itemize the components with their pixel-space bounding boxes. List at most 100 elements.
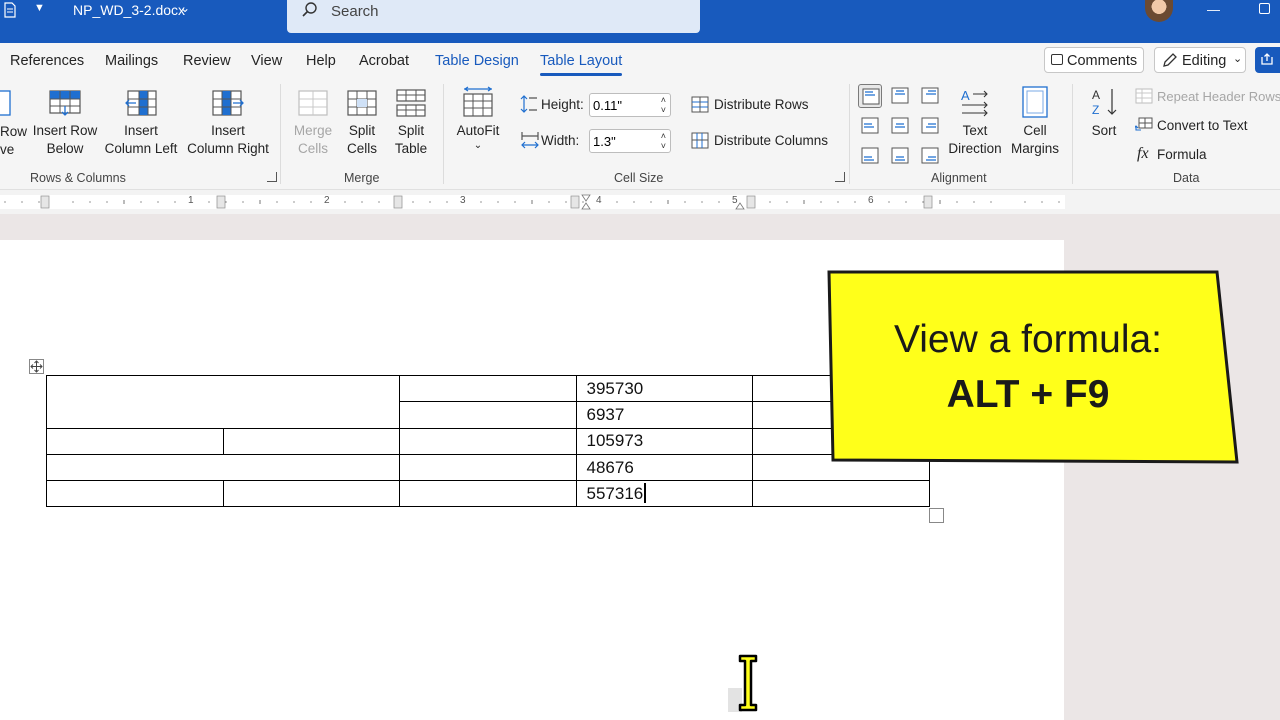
document-table[interactable]: 395730 6937 105973 48676 557316 (46, 374, 930, 508)
merge-cells-label-1: Merge (293, 123, 333, 138)
search-box[interactable] (287, 0, 700, 33)
column-marker[interactable] (40, 195, 50, 209)
search-input[interactable] (331, 0, 671, 22)
table-cell[interactable] (46, 427, 224, 455)
table-cell[interactable] (222, 480, 400, 508)
comments-button[interactable]: Comments (1044, 47, 1144, 73)
table-cell[interactable]: 105973 (575, 427, 753, 455)
table-cell[interactable] (222, 427, 400, 455)
rows-columns-dialog-launcher-icon[interactable] (267, 172, 277, 182)
insert-column-right-button[interactable]: Insert Column Right (185, 88, 271, 158)
width-input[interactable] (593, 133, 653, 150)
width-stepper-arrows-icon[interactable]: ˄ ˅ (661, 131, 666, 151)
table-cell[interactable] (46, 480, 224, 508)
ruler-number: 5 (732, 195, 738, 206)
align-middle-center-button[interactable] (888, 114, 912, 138)
column-marker[interactable] (393, 195, 403, 209)
table-resize-handle[interactable] (929, 508, 944, 523)
table-cell[interactable]: 6937 (575, 401, 753, 429)
width-label: Width: (541, 133, 580, 148)
column-marker[interactable] (570, 195, 580, 209)
align-middle-left-icon (861, 117, 879, 134)
height-stepper-arrows-icon[interactable]: ˄ ˅ (661, 95, 666, 115)
split-cells-label-1: Split (348, 123, 376, 138)
ruler-number: 4 (596, 195, 602, 206)
cell-margins-label-2: Margins (1010, 141, 1059, 156)
sort-button[interactable]: A Z Sort (1082, 86, 1126, 140)
tab-help[interactable]: Help (306, 53, 336, 69)
quick-access-chevron-icon[interactable]: ▼ (34, 2, 45, 14)
table-cell-active[interactable]: 557316 (575, 480, 753, 508)
column-marker[interactable] (746, 195, 756, 209)
height-label: Height: (541, 97, 584, 112)
tab-mailings[interactable]: Mailings (105, 53, 158, 69)
insert-column-left-label-2: Column Left (104, 141, 178, 156)
insert-row-below-button[interactable]: Insert Row Below (30, 88, 100, 158)
share-button[interactable] (1255, 47, 1280, 73)
tab-table-layout[interactable]: Table Layout (540, 53, 623, 76)
svg-text:A: A (961, 88, 970, 103)
insert-row-above-button[interactable]: Row ve (0, 123, 27, 159)
svg-text:Z: Z (1092, 103, 1099, 117)
table-cell[interactable] (46, 453, 400, 482)
tab-view[interactable]: View (251, 53, 282, 69)
insert-column-right-label-1: Insert (211, 123, 245, 138)
align-top-left-button[interactable] (858, 84, 882, 108)
document-icon[interactable] (2, 2, 18, 18)
table-row: 557316 (46, 480, 930, 508)
table-cell[interactable]: 395730 (575, 374, 753, 403)
tab-acrobat[interactable]: Acrobat (359, 53, 409, 69)
align-bottom-right-button[interactable] (918, 144, 942, 168)
split-cells-button[interactable]: Split Cells (338, 88, 386, 158)
table-cell[interactable] (399, 427, 577, 455)
merge-cells-button[interactable]: Merge Cells (288, 88, 338, 158)
comments-label: Comments (1067, 53, 1138, 69)
align-top-right-button[interactable] (918, 84, 942, 108)
cell-size-dialog-launcher-icon[interactable] (835, 172, 845, 182)
insert-column-left-button[interactable]: Insert Column Left (103, 88, 179, 158)
table-cell[interactable] (399, 453, 577, 482)
width-stepper[interactable]: ˄˅ (589, 129, 671, 153)
minimize-icon[interactable]: — (1207, 2, 1220, 17)
align-middle-left-button[interactable] (858, 114, 882, 138)
shortcut-callout: View a formula: ALT + F9 (827, 270, 1239, 464)
align-top-center-button[interactable] (888, 84, 912, 108)
chevron-down-icon[interactable]: ⌄ (180, 1, 190, 15)
table-cell[interactable]: 48676 (575, 453, 753, 482)
table-cell[interactable] (399, 480, 577, 508)
text-direction-button[interactable]: A Text Direction (945, 86, 1005, 158)
avatar[interactable] (1145, 0, 1173, 22)
editing-mode-button[interactable]: Editing ⌄ (1154, 47, 1246, 73)
insert-row-above-label-2: ve (0, 142, 15, 157)
table-cell[interactable] (752, 480, 930, 508)
align-bottom-center-button[interactable] (888, 144, 912, 168)
height-input[interactable] (593, 97, 653, 114)
horizontal-ruler[interactable]: 1 2 3 4 5 6 (0, 190, 1280, 214)
cell-margins-button[interactable]: Cell Margins (1008, 86, 1062, 158)
document-filename[interactable]: NP_WD_3-2.docx (73, 2, 185, 18)
insert-row-above-icon[interactable] (0, 88, 12, 118)
distribute-rows-label: Distribute Rows (714, 97, 809, 112)
share-icon (1261, 53, 1273, 65)
autofit-button[interactable]: AutoFit ⌄ (450, 86, 506, 152)
table-cell[interactable] (46, 375, 400, 429)
tab-review[interactable]: Review (183, 53, 231, 69)
split-cells-icon (347, 90, 377, 116)
align-bottom-left-button[interactable] (858, 144, 882, 168)
column-marker[interactable] (216, 195, 226, 209)
align-middle-right-button[interactable] (918, 114, 942, 138)
group-separator (443, 84, 444, 184)
align-top-center-icon (891, 87, 909, 104)
height-stepper[interactable]: ˄˅ (589, 93, 671, 117)
ruler-ticks (4, 194, 1060, 210)
tab-references[interactable]: References (10, 53, 84, 69)
split-table-button[interactable]: Split Table (387, 88, 435, 158)
table-cell[interactable] (399, 401, 577, 429)
column-marker[interactable] (923, 195, 933, 209)
maximize-icon[interactable] (1259, 3, 1270, 14)
table-cell[interactable] (399, 374, 577, 403)
tab-table-design[interactable]: Table Design (435, 53, 519, 69)
table-move-handle[interactable] (29, 359, 44, 374)
text-direction-label-2: Direction (948, 141, 1002, 156)
chevron-down-icon: ⌄ (1233, 53, 1243, 65)
